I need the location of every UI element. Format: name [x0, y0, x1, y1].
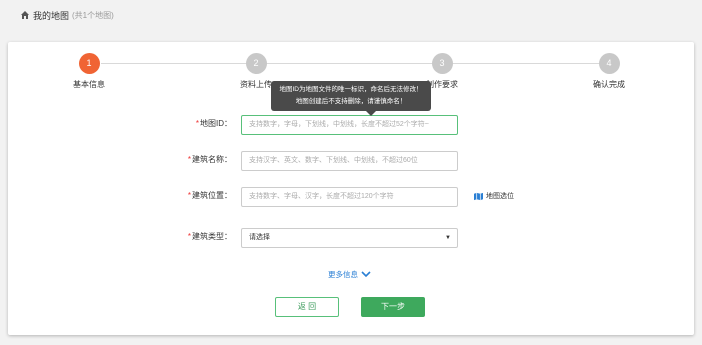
- map-id-label: *地图ID：: [195, 119, 232, 128]
- building-name-label: *建筑名称：: [187, 155, 232, 164]
- step-label: 确认完成: [593, 80, 625, 89]
- form-row-building-name: *建筑名称： 支持汉字、英文、数字、下划线、中划线，不超过60位: [8, 151, 694, 171]
- step-connector: [101, 63, 606, 64]
- map-pick-label: 地图选位: [486, 193, 514, 200]
- building-location-input[interactable]: 支持数字、字母、汉字，长度不超过120个字符: [241, 187, 458, 207]
- page-header: 我的地图 (共1个地图): [0, 0, 702, 30]
- building-location-label: *建筑位置：: [187, 191, 232, 200]
- more-info-label: 更多信息: [328, 270, 358, 279]
- tooltip-line-1: 地图ID为地图文件的唯一标识，命名后无法修改！: [279, 86, 423, 93]
- home-icon: [21, 11, 29, 19]
- step-number: 4: [598, 53, 620, 74]
- required-mark: *: [195, 119, 199, 128]
- building-type-label: *建筑类型：: [187, 232, 232, 241]
- next-step-button[interactable]: 下一步: [361, 297, 425, 317]
- required-mark: *: [187, 191, 191, 200]
- step-number: 3: [431, 53, 453, 74]
- create-map-card: 1 基本信息 2 资料上传 3 制作要求 4 确认完成 *地图ID： 支持数字，…: [8, 42, 694, 335]
- dropdown-arrow-icon: ▼: [445, 235, 451, 241]
- form-row-building-type: *建筑类型： 请选择 ▼: [8, 228, 694, 248]
- building-name-input[interactable]: 支持汉字、英文、数字、下划线、中划线，不超过60位: [241, 151, 458, 171]
- map-count: (共1个地图): [72, 10, 114, 20]
- building-type-select[interactable]: 请选择 ▼: [241, 228, 458, 248]
- building-type-value: 请选择: [249, 234, 270, 241]
- form-row-building-location: *建筑位置： 支持数字、字母、汉字，长度不超过120个字符 地图选位: [8, 187, 694, 207]
- back-button[interactable]: 返 回: [275, 297, 339, 317]
- more-info-toggle[interactable]: 更多信息: [328, 269, 371, 280]
- step-label: 基本信息: [73, 80, 105, 89]
- step-number: 1: [78, 53, 100, 74]
- form-row-map-id: *地图ID： 支持数字，字母，下划线，中划线，长度不超过52个字符~: [8, 115, 694, 135]
- required-mark: *: [187, 232, 191, 241]
- chevron-down-icon: [361, 271, 371, 278]
- map-icon: [474, 192, 483, 200]
- tooltip-line-2: 地图创建后不支持删除，请谨慎命名！: [295, 98, 407, 105]
- map-id-tooltip: 地图ID为地图文件的唯一标识，命名后无法修改！ 地图创建后不支持删除，请谨慎命名…: [271, 81, 431, 116]
- step-number: 2: [245, 53, 267, 74]
- step-basic-info: 1 基本信息: [29, 53, 149, 90]
- step-confirm: 4 确认完成: [549, 53, 669, 90]
- required-mark: *: [187, 155, 191, 164]
- map-id-input[interactable]: 支持数字，字母，下划线，中划线，长度不超过52个字符~: [241, 115, 458, 135]
- page-title: 我的地图: [33, 10, 70, 21]
- map-pick-link[interactable]: 地图选位: [474, 191, 514, 201]
